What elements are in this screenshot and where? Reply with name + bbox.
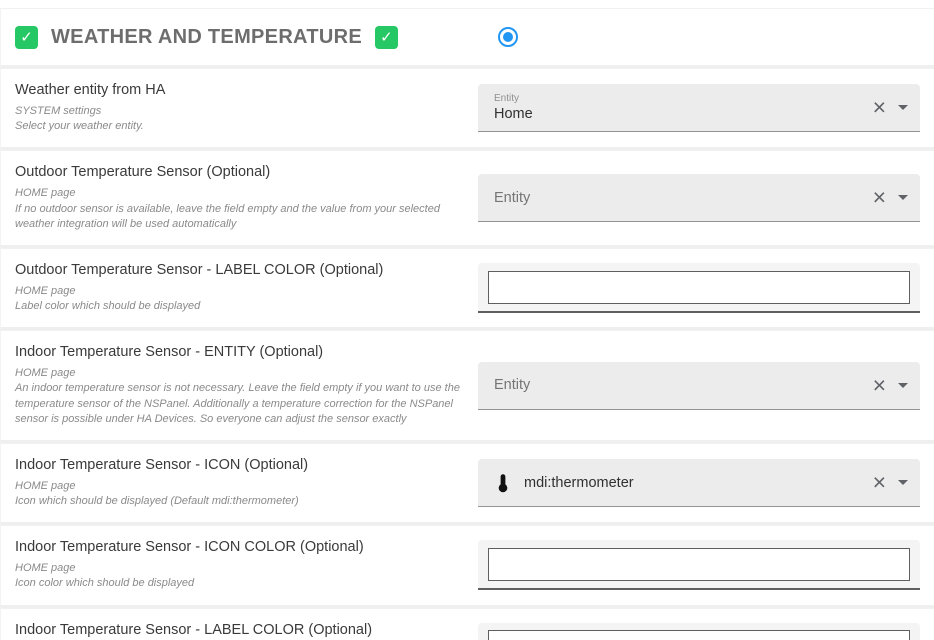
chevron-down-icon[interactable] — [898, 480, 908, 485]
row-title: Weather entity from HA — [15, 82, 466, 98]
indoor-entity-select[interactable]: Entity × — [478, 362, 920, 410]
setting-row-outdoor-label-color: Outdoor Temperature Sensor - LABEL COLOR… — [0, 248, 934, 330]
setting-row-indoor-icon-color: Indoor Temperature Sensor - ICON COLOR (… — [0, 525, 934, 607]
row-subtitle: HOME page — [15, 284, 466, 299]
row-description: An indoor temperature sensor is not nece… — [15, 381, 466, 427]
row-description: Icon which should be displayed (Default … — [15, 494, 466, 509]
indoor-label-color-input[interactable] — [488, 630, 910, 640]
settings-page: ✓ WEATHER AND TEMPERATURE ✓ Weather enti… — [0, 0, 934, 640]
indoor-icon-color-field — [478, 540, 920, 590]
row-subtitle: HOME page — [15, 479, 466, 494]
section-checkbox-right[interactable]: ✓ — [375, 26, 398, 49]
row-title: Indoor Temperature Sensor - LABEL COLOR … — [15, 622, 466, 638]
row-title: Outdoor Temperature Sensor - LABEL COLOR… — [15, 262, 466, 278]
field-placeholder: Entity — [494, 190, 867, 206]
section-radio[interactable] — [498, 27, 518, 47]
chevron-down-icon[interactable] — [898, 105, 908, 110]
setting-row-outdoor-sensor: Outdoor Temperature Sensor (Optional) HO… — [0, 150, 934, 248]
weather-entity-select[interactable]: Entity Home × — [478, 84, 920, 132]
row-text: Weather entity from HA SYSTEM settings S… — [1, 82, 478, 134]
outdoor-label-color-field — [478, 263, 920, 313]
field-value: mdi:thermometer — [524, 475, 867, 491]
clear-icon[interactable]: × — [867, 471, 892, 494]
setting-row-weather-entity: Weather entity from HA SYSTEM settings S… — [0, 68, 934, 150]
indoor-icon-select[interactable]: mdi:thermometer × — [478, 459, 920, 507]
radio-dot — [503, 32, 513, 42]
indoor-icon-color-input[interactable] — [488, 548, 910, 581]
setting-row-indoor-entity: Indoor Temperature Sensor - ENTITY (Opti… — [0, 330, 934, 443]
row-text: Outdoor Temperature Sensor (Optional) HO… — [1, 164, 478, 232]
setting-row-indoor-icon: Indoor Temperature Sensor - ICON (Option… — [0, 443, 934, 525]
field-value: Home — [494, 106, 867, 122]
field-label: Entity — [494, 93, 867, 104]
row-title: Outdoor Temperature Sensor (Optional) — [15, 164, 466, 180]
row-subtitle: SYSTEM settings — [15, 104, 466, 119]
row-subtitle: HOME page — [15, 561, 466, 576]
row-text: Indoor Temperature Sensor - ICON (Option… — [1, 457, 478, 509]
row-text: Indoor Temperature Sensor - ICON COLOR (… — [1, 539, 478, 591]
row-subtitle: HOME page — [15, 186, 466, 201]
clear-icon[interactable]: × — [867, 186, 892, 209]
field-placeholder: Entity — [494, 377, 867, 393]
chevron-down-icon[interactable] — [898, 383, 908, 388]
outdoor-entity-select[interactable]: Entity × — [478, 174, 920, 222]
row-title: Indoor Temperature Sensor - ENTITY (Opti… — [15, 344, 466, 360]
indoor-label-color-field — [478, 623, 920, 640]
row-text: Indoor Temperature Sensor - ENTITY (Opti… — [1, 344, 478, 427]
clear-icon[interactable]: × — [867, 96, 892, 119]
check-icon: ✓ — [20, 28, 33, 46]
row-subtitle: HOME page — [15, 366, 466, 381]
row-description: Select your weather entity. — [15, 119, 466, 134]
row-text: Outdoor Temperature Sensor - LABEL COLOR… — [1, 262, 478, 314]
thermometer-icon — [492, 472, 514, 494]
section-checkbox-left[interactable]: ✓ — [15, 26, 38, 49]
row-description: Label color which should be displayed — [15, 299, 466, 314]
row-description: If no outdoor sensor is available, leave… — [15, 202, 466, 232]
section-title: WEATHER AND TEMPERATURE — [51, 26, 362, 49]
outdoor-label-color-input[interactable] — [488, 271, 910, 304]
row-title: Indoor Temperature Sensor - ICON COLOR (… — [15, 539, 466, 555]
setting-row-indoor-label-color: Indoor Temperature Sensor - LABEL COLOR … — [0, 608, 934, 640]
clear-icon[interactable]: × — [867, 374, 892, 397]
row-text: Indoor Temperature Sensor - LABEL COLOR … — [1, 622, 478, 640]
section-header: ✓ WEATHER AND TEMPERATURE ✓ — [0, 8, 934, 68]
check-icon: ✓ — [380, 28, 393, 46]
row-description: Icon color which should be displayed — [15, 576, 466, 591]
chevron-down-icon[interactable] — [898, 195, 908, 200]
row-title: Indoor Temperature Sensor - ICON (Option… — [15, 457, 466, 473]
